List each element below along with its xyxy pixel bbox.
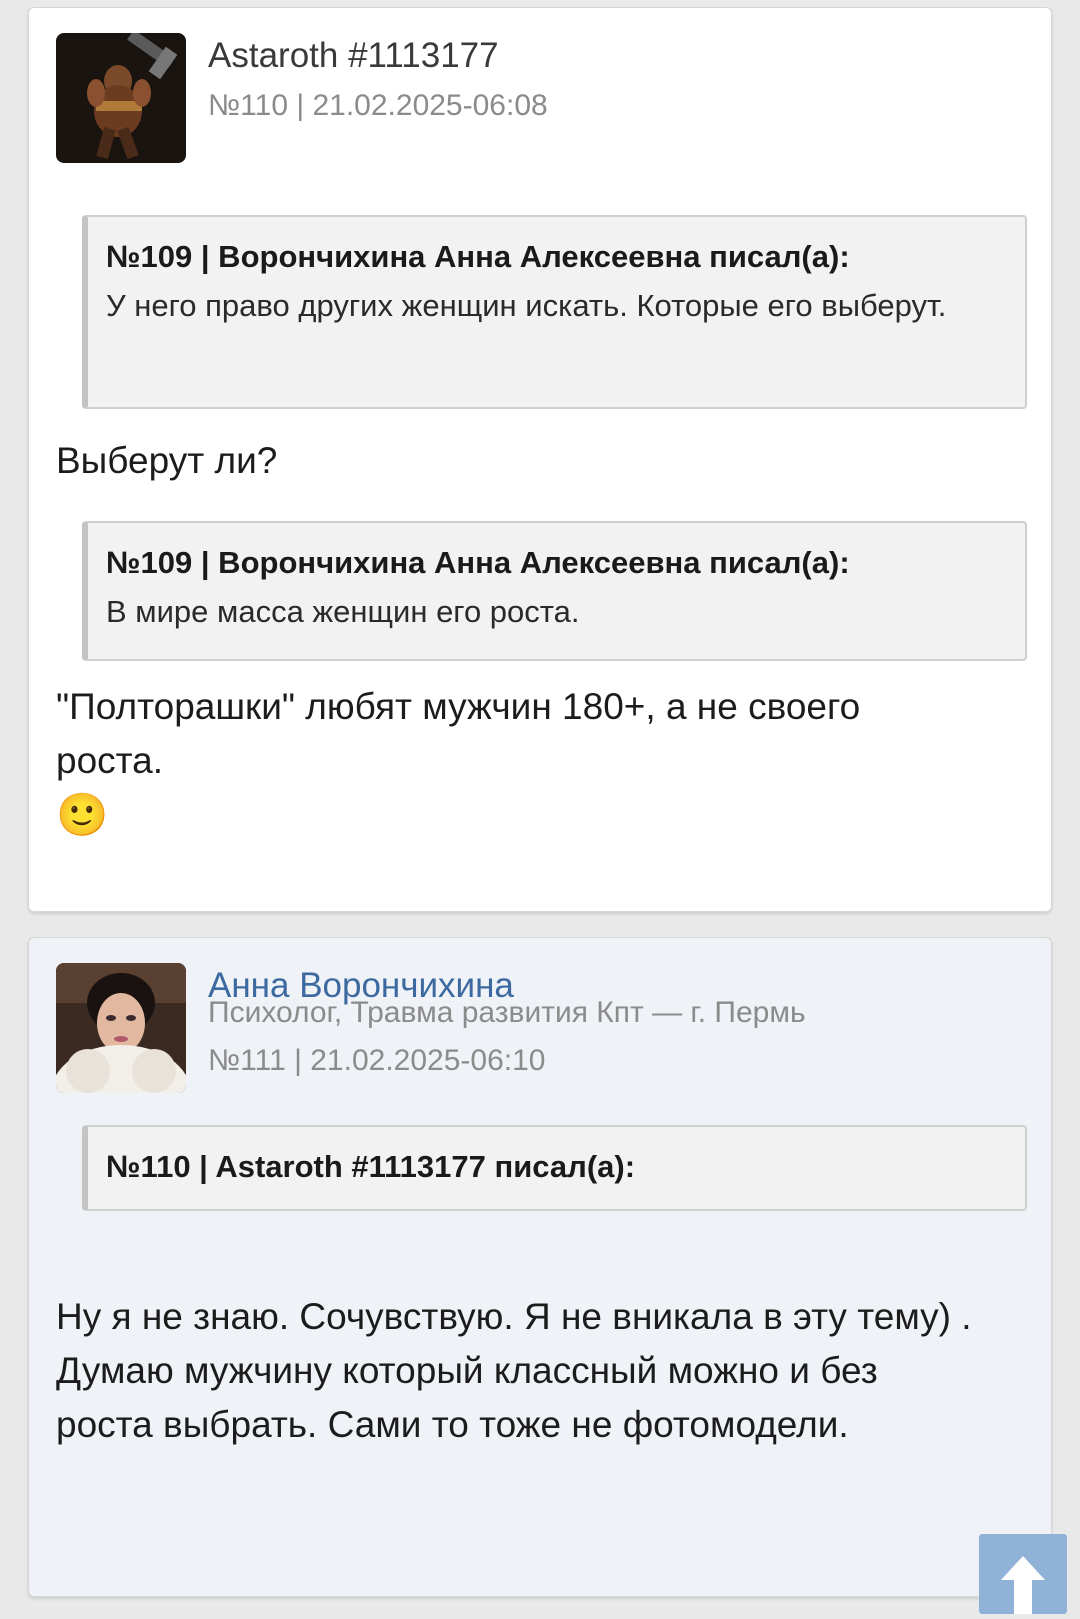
avatar-anna[interactable] (56, 963, 186, 1093)
avatar-astaroth[interactable] (56, 33, 186, 163)
post-text: "Полторашки" любят мужчин 180+, а не сво… (56, 686, 861, 781)
quote-header: №109 | Ворончихина Анна Алексеевна писал… (106, 239, 850, 274)
quote-header: №110 | Astaroth #1113177 писал(а): (106, 1149, 636, 1184)
post-110: Astaroth #1113177 №110 | 21.02.2025-06:0… (28, 7, 1052, 912)
post-author[interactable]: Astaroth #1113177 (208, 33, 499, 79)
post-meta[interactable]: №111 | 21.02.2025-06:10 (208, 1041, 545, 1081)
quote-block: №109 | Ворончихина Анна Алексеевна писал… (82, 521, 1027, 661)
quote-header: №109 | Ворончихина Анна Алексеевна писал… (106, 545, 850, 580)
quote-block: №110 | Astaroth #1113177 писал(а): (82, 1125, 1027, 1211)
post-text: Ну я не знаю. Сочувствую. Я не вникала в… (56, 1296, 972, 1445)
quote-block: №109 | Ворончихина Анна Алексеевна писал… (82, 215, 1027, 409)
author-profession: Психолог, Травма развития Кпт — г. Пермь (208, 996, 806, 1029)
post-text: Выберут ли? (56, 440, 278, 481)
scroll-to-top-button[interactable] (979, 1534, 1067, 1614)
quote-text: У него право других женщин искать. Котор… (106, 288, 947, 323)
post-meta[interactable]: №110 | 21.02.2025-06:08 (208, 86, 548, 126)
post-111: Анна Ворончихина Психолог, Травма развит… (28, 937, 1052, 1597)
quote-text: В мире масса женщин его роста. (106, 594, 580, 629)
smile-emoji: 🙂 (56, 791, 109, 838)
arrow-up-icon (1001, 1556, 1045, 1614)
